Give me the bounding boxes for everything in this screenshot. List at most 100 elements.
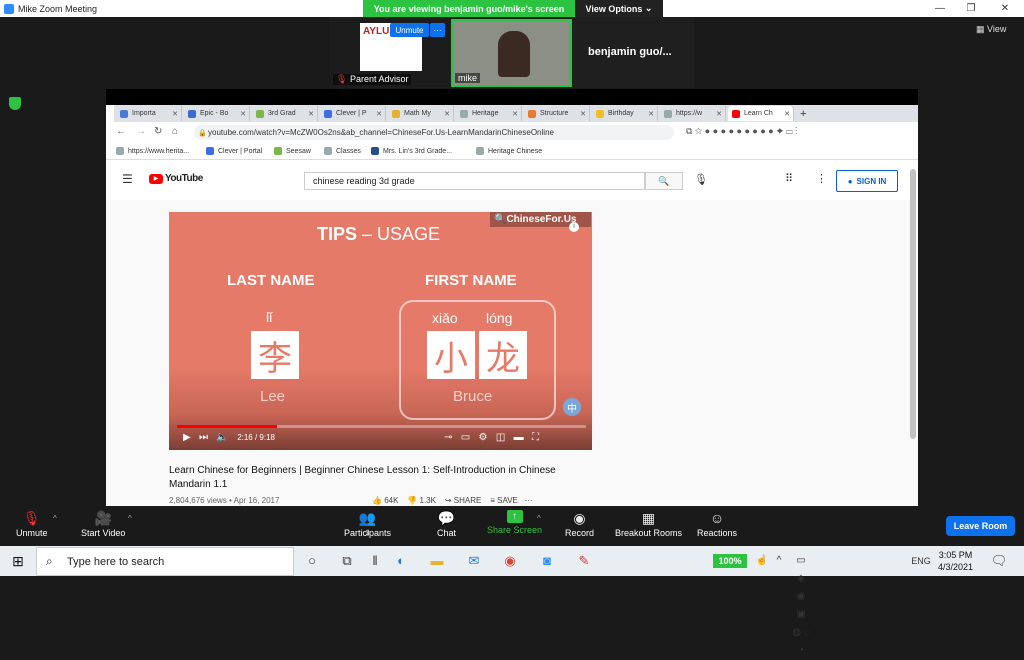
browser-tab[interactable]: Learn Ch ✕ [728,106,794,121]
close-tab-icon[interactable]: ✕ [716,110,722,118]
progress-track[interactable] [177,425,586,428]
browser-tab[interactable]: Clever | P ✕ [320,106,386,121]
save-button[interactable]: ≡ SAVE [490,496,518,505]
forward-icon[interactable]: → [136,126,146,137]
close-tab-icon[interactable]: ✕ [648,110,654,118]
captions-icon[interactable]: ▭ [461,432,470,443]
youtube-search-input[interactable]: chinese reading 3d grade [304,172,645,190]
bookmark-item[interactable]: https://www.herita... [116,147,189,155]
ask-unmute-button[interactable]: Unmute [390,23,429,37]
start-video-button[interactable]: 🎥 Start Video [81,510,125,538]
close-tab-icon[interactable]: ✕ [444,110,450,118]
chat-button[interactable]: 💬 Chat [437,510,456,538]
pinned-app-icon[interactable]: ‖ [366,552,384,570]
close-tab-icon[interactable]: ✕ [376,110,382,118]
windows-start-icon[interactable]: ⊞ [9,552,27,570]
cortana-icon[interactable]: ○ [303,552,321,570]
dislike-button[interactable]: 👎 1.3K [407,496,436,505]
minimize-icon[interactable]: — [925,0,955,17]
extension-icons[interactable]: ⧉ ☆ ● ● ● ● ● ● ● ● ● ✦ ▭ ⋮ [686,126,797,137]
zoom-taskbar-icon[interactable]: ◙ [538,552,556,570]
close-tab-icon[interactable]: ✕ [240,110,246,118]
theater-icon[interactable]: ▬ [514,432,524,443]
page-scrollbar[interactable] [910,169,916,439]
battery-indicator[interactable]: 100% [713,554,747,568]
search-icon[interactable]: 🔍 [645,172,683,190]
volume-icon[interactable]: 🔈 [216,432,228,443]
microphone-icon[interactable]: 🎙 [694,173,708,186]
browser-tab[interactable]: Heritage ✕ [456,106,522,121]
restore-icon[interactable]: ❐ [956,0,986,17]
browser-tab[interactable]: https://w ✕ [660,106,726,121]
bookmark-item[interactable]: Classes [324,147,361,155]
browser-tab[interactable]: Math My ✕ [388,106,454,121]
notifications-icon[interactable]: 🗨 [990,552,1008,570]
close-tab-icon[interactable]: ✕ [512,110,518,118]
reload-icon[interactable]: ↻ [154,126,162,137]
close-tab-icon[interactable]: ✕ [308,110,314,118]
reactions-button[interactable]: ☺ Reactions [697,510,737,538]
browser-tab[interactable]: Importa ✕ [116,106,182,121]
language-indicator[interactable]: ENG [906,552,936,570]
first-name-label: FIRST NAME [425,272,517,289]
share-button[interactable]: ↪ SHARE [445,496,482,505]
fullscreen-icon[interactable]: ⛶ [532,432,539,443]
menu-icon[interactable]: ☰ [122,172,133,186]
bookmark-item[interactable]: Seesaw [274,147,311,155]
share-screen-button[interactable]: ↑ Share Screen [487,510,542,535]
settings-gear-icon[interactable]: ⚙ [479,432,488,443]
chrome-icon[interactable]: ◉ [501,552,519,570]
tray-icons[interactable]: ▭ ◈ ◉ ▣ ◍ ◌ ◔ [792,552,810,656]
bookmark-item[interactable]: Clever | Portal [206,147,262,155]
participant-name: mike [455,73,481,83]
video-options-caret[interactable]: ^ [128,514,132,523]
browser-tab[interactable]: 3rd Grad ✕ [252,106,318,121]
security-shield-icon[interactable] [9,97,21,110]
edge-icon[interactable]: ◐ [392,552,410,570]
close-tab-icon[interactable]: ✕ [580,110,586,118]
close-icon[interactable]: ✕ [990,0,1020,17]
leave-room-button[interactable]: Leave Room [946,516,1015,536]
settings-more-icon[interactable]: ⋮ [816,172,827,185]
browser-tab[interactable]: Epic - Bo ✕ [184,106,250,121]
participant-tile-mike[interactable]: mike [451,19,572,87]
sign-in-button[interactable]: ● SIGN IN [836,170,898,192]
next-icon[interactable]: ⏭ [199,432,208,443]
view-options-button[interactable]: View Options ⌄ [575,0,663,17]
file-explorer-icon[interactable]: ▬ [428,552,446,570]
record-button[interactable]: ◉ Record [565,510,594,538]
more-actions-icon[interactable]: ··· [525,496,533,505]
like-button[interactable]: 👍 64K [372,496,398,505]
bookmark-item[interactable]: Mrs. Lin's 3rd Grade... [371,147,452,155]
back-icon[interactable]: ← [116,126,126,137]
play-icon[interactable]: ▶ [183,432,191,443]
apps-icon[interactable]: ⠿ [785,172,793,185]
more-options-button[interactable]: ··· [430,23,445,37]
video-player[interactable]: TIPS – USAGE 🔍 ChineseFor.Us i LAST NAME… [169,212,592,450]
bookmark-item[interactable]: Heritage Chinese [476,147,542,155]
miniplayer-icon[interactable]: ◫ [496,432,505,443]
close-tab-icon[interactable]: ✕ [784,110,790,118]
audio-options-caret[interactable]: ^ [53,514,57,523]
browser-tab[interactable]: Birthday ✕ [592,106,658,121]
share-options-caret[interactable]: ^ [537,514,541,523]
bookmark-favicon-icon [324,147,332,155]
close-tab-icon[interactable]: ✕ [172,110,178,118]
view-button[interactable]: ▦ View [976,24,1006,35]
youtube-logo[interactable]: ▶ YouTube [149,173,203,184]
show-hidden-icons[interactable]: ^ [770,552,788,570]
home-icon[interactable]: ⌂ [172,126,178,137]
unmute-button[interactable]: 🎙 Unmute [16,510,48,538]
breakout-rooms-button[interactable]: ▦ Breakout Rooms [615,510,682,538]
participants-button[interactable]: 👥3 Participants [344,510,391,538]
autoplay-toggle[interactable]: ⊸ [444,432,452,443]
system-clock[interactable]: 3:05 PM 4/3/2021 [938,549,973,573]
mail-icon[interactable]: ✉ [465,552,483,570]
info-icon[interactable]: i [569,222,579,232]
address-bar[interactable]: 🔒 youtube.com/watch?v=McZW0Os2ns&ab_chan… [194,125,674,140]
taskbar-search-input[interactable]: ⌕ Type here to search [36,547,294,576]
new-tab-icon[interactable]: + [796,106,812,121]
task-view-icon[interactable]: ⧉ [338,552,356,570]
browser-tab[interactable]: Structure ✕ [524,106,590,121]
paint-icon[interactable]: ✎ [575,552,593,570]
